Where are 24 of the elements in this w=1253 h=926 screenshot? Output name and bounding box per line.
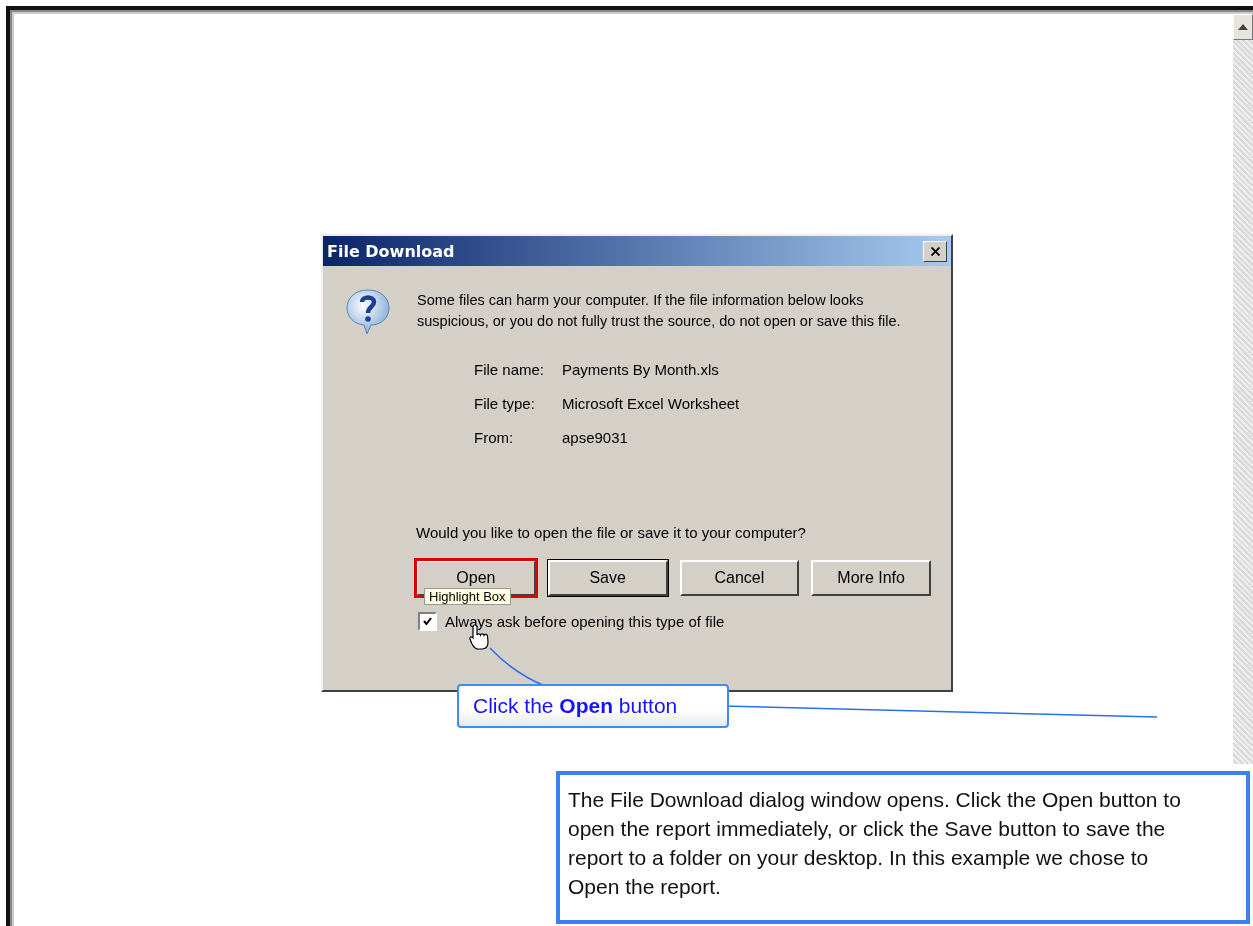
scrollbar[interactable]: [1233, 14, 1253, 764]
highlight-label: Highlight Box: [424, 588, 511, 605]
scroll-up-button[interactable]: [1233, 14, 1253, 40]
field-value: Microsoft Excel Worksheet: [562, 394, 741, 414]
dialog-button[interactable]: More Info: [811, 560, 931, 596]
field-label: File name:: [474, 360, 546, 380]
field-value: apse9031: [562, 428, 629, 448]
close-button[interactable]: [923, 240, 947, 262]
note-text: The File Download dialog window opens. Click the Open button to open the report immediately, or click the Save button to save the report to a folder on your desktop. In this example we chose to Open the report.: [568, 787, 1182, 900]
dialog-button[interactable]: Save: [547, 560, 668, 596]
field-value: Payments By Month.xls: [562, 360, 720, 380]
checkbox-label: Always ask before opening this type of file: [445, 613, 725, 630]
question-text: Would you like to open the file or save it to your computer?: [416, 524, 807, 541]
close-icon: [930, 246, 940, 256]
question-icon: [343, 286, 393, 336]
checkbox[interactable]: [418, 612, 437, 631]
callout-text: Click the Open button: [473, 694, 678, 718]
check-icon: [423, 617, 432, 626]
window-title: File Download: [327, 241, 455, 261]
dialog-button[interactable]: Cancel: [679, 560, 800, 596]
field-label: From:: [474, 428, 515, 448]
field-label: File type:: [474, 394, 536, 414]
up-arrow-icon: [1238, 24, 1248, 30]
warning-message: Some files can harm your computer. If the file information below looks suspicious, or you do not fully trust the source, do not open or save this file.: [417, 291, 902, 331]
